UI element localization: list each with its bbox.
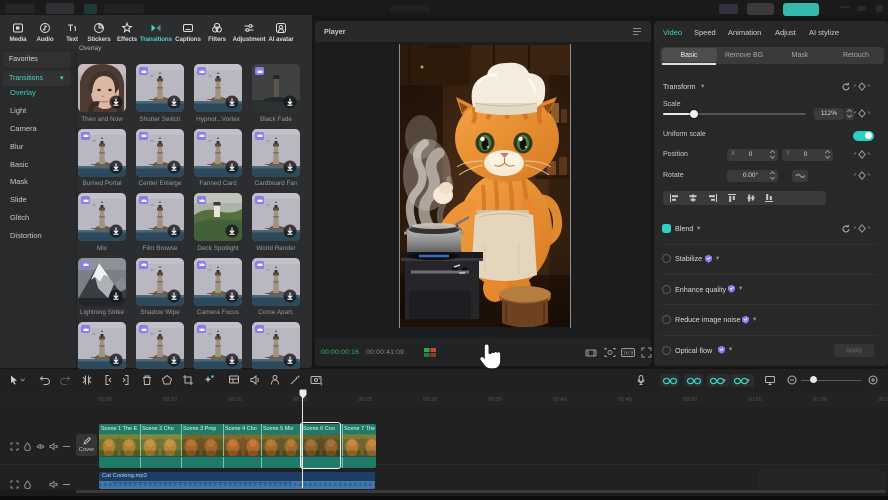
svg-text:16:9: 16:9: [623, 351, 634, 357]
